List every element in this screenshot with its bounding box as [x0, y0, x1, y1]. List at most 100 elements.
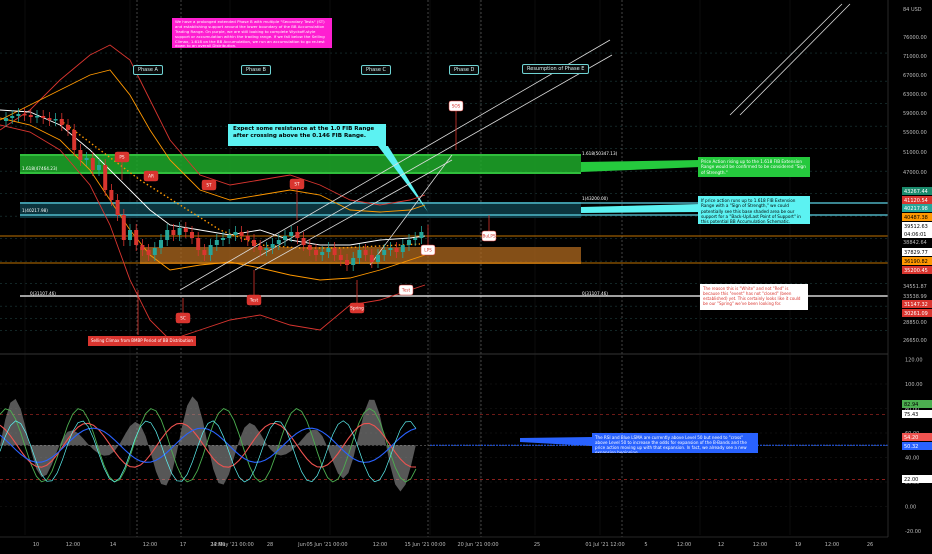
fib-label: 1.618(47464.23): [22, 166, 58, 171]
candle-body: [84, 158, 89, 160]
fib-label: 0(31107.46): [30, 291, 56, 296]
time-tick-label: 5: [644, 542, 647, 548]
fib-cyan-zone: [20, 202, 581, 218]
osc-tick-label: 0.00: [905, 505, 916, 511]
osc-badge-label: 22.00: [904, 477, 918, 483]
price-badge-label: 37829.77: [904, 250, 928, 256]
event-marker-label: Spring: [350, 306, 364, 311]
phase-a-label: Phase A: [133, 65, 163, 75]
time-tick-label: 12: [718, 542, 724, 548]
note-top: We have a prolonged extended Phase B wit…: [172, 18, 332, 48]
candle-body: [134, 230, 139, 245]
candle-body: [128, 230, 132, 240]
note-blue: The RSI and Blue LSMA are currently abov…: [592, 433, 758, 453]
candle-body: [314, 250, 318, 255]
note-green: Price Action rising up to the 1.618 FIB …: [698, 157, 810, 177]
candle-body: [53, 119, 58, 121]
candle-body: [252, 240, 256, 246]
candle-body: [16, 114, 21, 116]
price-badge-label: 40487.38: [904, 215, 928, 221]
osc-tick-label: 40.00: [905, 456, 919, 462]
osc-badge-label: 82.94: [904, 402, 918, 408]
candle-body: [90, 158, 95, 170]
price-badge-label: 41120.54: [904, 198, 928, 204]
osc-badge-label: 50.32: [904, 444, 918, 450]
time-tick-label: 12:00: [373, 542, 387, 548]
candle-body: [227, 235, 232, 238]
time-tick-label: 12:00: [753, 542, 767, 548]
price-badge-label: 35200.45: [904, 268, 928, 274]
fib-label: 0(31107.46): [582, 291, 608, 296]
time-tick-label: 12:00: [825, 542, 839, 548]
candle-body: [283, 236, 287, 240]
candle-body: [10, 116, 15, 118]
price-badge-label: 04:06:01: [904, 232, 926, 238]
candle-body: [152, 248, 157, 255]
candle-body: [301, 238, 306, 245]
candle-body: [208, 245, 213, 255]
osc-badge-label: 75.43: [904, 412, 918, 418]
candle-body: [357, 250, 362, 258]
candle-body: [41, 116, 46, 118]
note-selling-climax: Selling Climax from BMBP Period of BB Di…: [88, 336, 196, 346]
price-badge-label: 36190.82: [904, 259, 928, 265]
price-badge-label: 40217.98: [904, 206, 928, 212]
price-tick-label: 55000.00: [903, 130, 927, 136]
candle-body: [177, 228, 182, 235]
price-badge-label: 43267.44: [904, 189, 928, 195]
candle-body: [270, 244, 275, 248]
candle-body: [369, 255, 374, 262]
right-axis-background: [888, 0, 932, 550]
note-resistance: Expect some resistance at the 1.0 FIB Ra…: [228, 124, 386, 146]
candle-body: [326, 248, 331, 252]
price-chart[interactable]: 1.618(47464.23) 1(40217.98) 0(31107.46) 1.6…: [0, 0, 932, 550]
candle-body: [413, 238, 418, 240]
time-tick-label: 12:00: [677, 542, 691, 548]
candle-body: [115, 200, 120, 215]
candle-body: [196, 238, 201, 250]
time-tick-label: 14: [110, 542, 116, 548]
chart-background: [0, 0, 932, 550]
price-tick-label: 33538.99: [903, 294, 927, 300]
event-marker-label: SC: [180, 316, 186, 321]
candle-body: [78, 150, 83, 160]
candle-body: [28, 115, 33, 117]
candle-body: [165, 230, 170, 240]
candle-body: [363, 250, 368, 255]
candle-body: [289, 232, 294, 236]
candle-body: [97, 165, 101, 170]
candle-body: [233, 232, 238, 235]
candle-body: [345, 260, 349, 265]
fib-label: 1.618(50347.13): [582, 151, 618, 156]
price-tick-label: 63000.00: [903, 92, 927, 98]
candle-body: [245, 236, 250, 240]
phase-d-label: Phase D: [449, 65, 480, 75]
candle-body: [307, 245, 312, 250]
phase-e-label: Resumption of Phase E: [522, 64, 590, 74]
price-tick-label: 59000.00: [903, 111, 927, 117]
candle-body: [264, 248, 269, 250]
candle-body: [183, 228, 188, 232]
candle-body: [239, 232, 244, 236]
candle-body: [190, 232, 194, 238]
candle-body: [382, 250, 387, 255]
candle-body: [4, 118, 8, 121]
candle-body: [59, 119, 64, 125]
event-marker-label: LPS: [424, 248, 432, 253]
candle-body: [400, 245, 405, 252]
candle-body: [103, 165, 108, 190]
event-marker-label: ST: [206, 183, 212, 188]
event-marker-label: PS: [119, 155, 125, 160]
candle-body: [140, 245, 145, 250]
candle-body: [159, 240, 163, 248]
time-tick-label: 25: [534, 542, 540, 548]
price-tick-label: 26650.00: [903, 338, 927, 344]
event-marker-label: SOS: [452, 104, 461, 109]
event-marker-label: BuLPS: [482, 234, 495, 239]
candle-body: [258, 246, 263, 250]
price-tick-label: 76000.00: [903, 35, 927, 41]
candle-body: [394, 248, 399, 252]
time-tick-label: 12:00: [143, 542, 157, 548]
candle-body: [295, 232, 300, 238]
event-marker-label: ST: [294, 182, 300, 187]
